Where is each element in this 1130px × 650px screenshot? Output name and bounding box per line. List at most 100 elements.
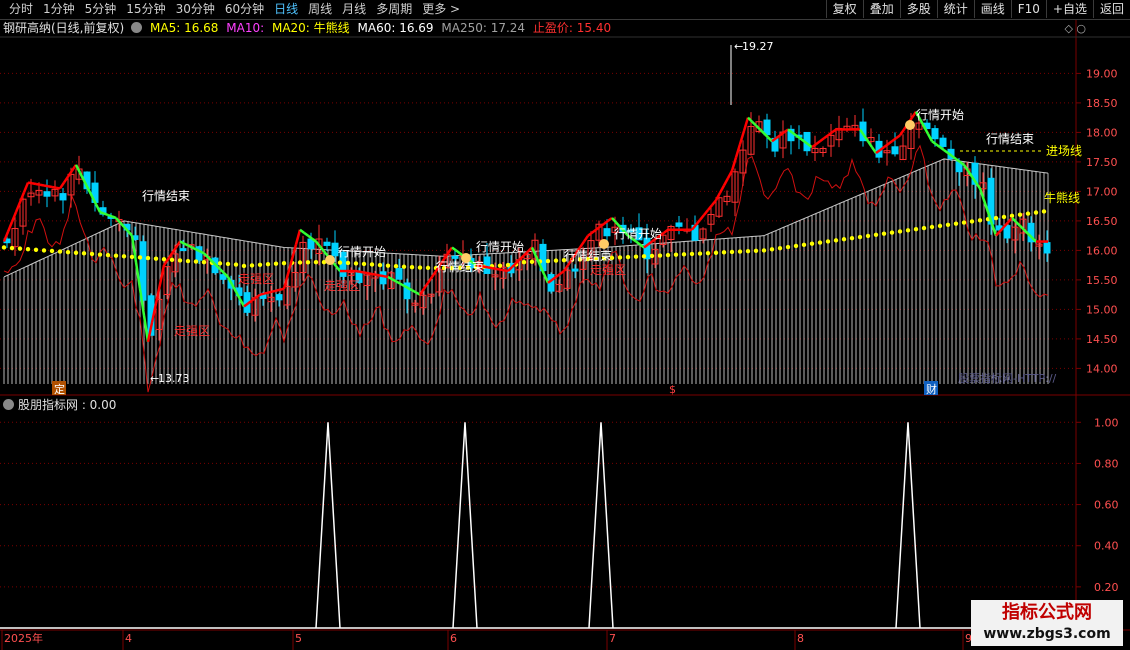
candle-body bbox=[59, 193, 67, 201]
trend-line bbox=[58, 181, 66, 190]
trend-line bbox=[22, 182, 30, 193]
ma-dot bbox=[97, 252, 103, 257]
candle-body bbox=[1043, 242, 1051, 254]
logo-title: 指标公式网 bbox=[1002, 602, 1092, 623]
price-tick-label: 17.00 bbox=[1086, 185, 1118, 198]
ma-dot bbox=[713, 250, 719, 255]
trend-line bbox=[635, 240, 641, 246]
trend-line bbox=[663, 228, 669, 234]
ma-dot bbox=[969, 219, 975, 224]
ma-dot bbox=[33, 247, 39, 253]
trend-line bbox=[323, 250, 329, 258]
indicator-spike bbox=[315, 422, 341, 629]
ma-dot bbox=[49, 248, 55, 254]
candle-body bbox=[323, 241, 331, 246]
ma-dot bbox=[745, 248, 751, 254]
trend-line bbox=[183, 242, 189, 247]
ma-dot bbox=[793, 243, 799, 249]
kline-chart[interactable]: 19.00 18.50 18.00 17.50 17.00 16.50 16.00 15.50… bbox=[0, 0, 1130, 650]
trend-line bbox=[99, 210, 105, 215]
trend-line bbox=[726, 170, 734, 179]
ma-dot bbox=[953, 221, 959, 226]
price-tick-label: 15.50 bbox=[1086, 274, 1118, 287]
site-logo: 指标公式网 www.zbgs3.com bbox=[971, 600, 1123, 646]
trend-line bbox=[1015, 220, 1021, 227]
ma-dot bbox=[385, 263, 391, 268]
ma-dot bbox=[1001, 214, 1007, 220]
price-tick-label: 18.00 bbox=[1086, 126, 1118, 139]
trend-end-label: 行情结束 bbox=[142, 189, 190, 203]
trend-line bbox=[578, 240, 586, 249]
ma-dot bbox=[129, 254, 135, 260]
trend-line bbox=[103, 212, 109, 217]
trend-line bbox=[499, 268, 505, 272]
trend-line bbox=[31, 182, 37, 186]
ma-dot bbox=[201, 260, 207, 265]
trend-line bbox=[711, 199, 717, 206]
ma-dot bbox=[521, 260, 527, 265]
trend-line bbox=[174, 240, 182, 249]
trend-line bbox=[426, 276, 434, 284]
trend-end-label: 行情结束 bbox=[436, 260, 484, 274]
trend-line bbox=[542, 273, 550, 284]
candle-body bbox=[451, 255, 459, 259]
trend-line bbox=[799, 137, 805, 143]
trend-line bbox=[519, 254, 525, 261]
ma-dot bbox=[913, 227, 919, 232]
trend-start-label: 行情开始 bbox=[476, 240, 524, 254]
ma-dot bbox=[369, 262, 375, 267]
trend-line bbox=[487, 266, 493, 270]
ma-dot bbox=[225, 261, 231, 267]
trend-line bbox=[191, 246, 197, 251]
high-price-label: 19.27 bbox=[742, 40, 774, 53]
ma-dot bbox=[145, 255, 151, 261]
candle-body bbox=[891, 146, 899, 155]
ma-dot bbox=[673, 252, 679, 257]
ma-dot bbox=[89, 251, 95, 257]
strong-zone-label: 走强区 bbox=[174, 324, 210, 338]
stop-profit-line bbox=[3, 144, 1049, 393]
logo-url: www.zbgs3.com bbox=[983, 626, 1111, 642]
trend-line bbox=[294, 229, 302, 245]
trend-line bbox=[395, 280, 401, 285]
strong-zone-label: 走强区 bbox=[238, 272, 274, 286]
candle-body bbox=[571, 268, 579, 272]
ma-dot bbox=[185, 258, 191, 264]
price-tick-label: 14.00 bbox=[1086, 362, 1118, 375]
ma-dot bbox=[937, 223, 943, 229]
trend-line bbox=[335, 265, 341, 272]
trend-line bbox=[127, 230, 133, 237]
ma-dot bbox=[849, 235, 855, 241]
candle-body bbox=[179, 248, 187, 252]
trend-line bbox=[271, 289, 277, 293]
ma-dot bbox=[1, 245, 7, 250]
ma-dot bbox=[505, 262, 511, 268]
trend-line bbox=[935, 143, 941, 149]
trend-line bbox=[819, 137, 825, 143]
strong-zone-label: 走强区 bbox=[324, 279, 360, 293]
trend-line bbox=[375, 273, 381, 277]
trend-line bbox=[134, 262, 142, 289]
ma-dot bbox=[17, 246, 23, 251]
low-arrow-icon: ← bbox=[150, 372, 159, 385]
trend-line bbox=[775, 134, 781, 140]
trend-line bbox=[974, 181, 982, 190]
ma-dot bbox=[9, 245, 15, 251]
watermark-text: 股票指标网-HTTP:// bbox=[958, 371, 1057, 385]
trend-line bbox=[495, 267, 501, 271]
trend-start-label: 行情开始 bbox=[338, 245, 386, 259]
trend-line bbox=[582, 234, 590, 243]
indicator-tick-label: 0.20 bbox=[1094, 581, 1119, 594]
trend-line bbox=[783, 128, 789, 134]
ma-dot bbox=[233, 262, 239, 267]
ma-dot bbox=[57, 249, 63, 254]
trend-end-label: 行情结束 bbox=[986, 132, 1034, 146]
ma-dot bbox=[425, 265, 431, 271]
trend-line bbox=[207, 256, 213, 263]
trend-line bbox=[699, 214, 705, 221]
trend-line bbox=[995, 230, 1001, 237]
marker-ding: 定 bbox=[54, 382, 65, 396]
candle-body bbox=[603, 228, 611, 237]
price-tick-label: 14.50 bbox=[1086, 333, 1118, 346]
ma-dot bbox=[833, 238, 839, 243]
